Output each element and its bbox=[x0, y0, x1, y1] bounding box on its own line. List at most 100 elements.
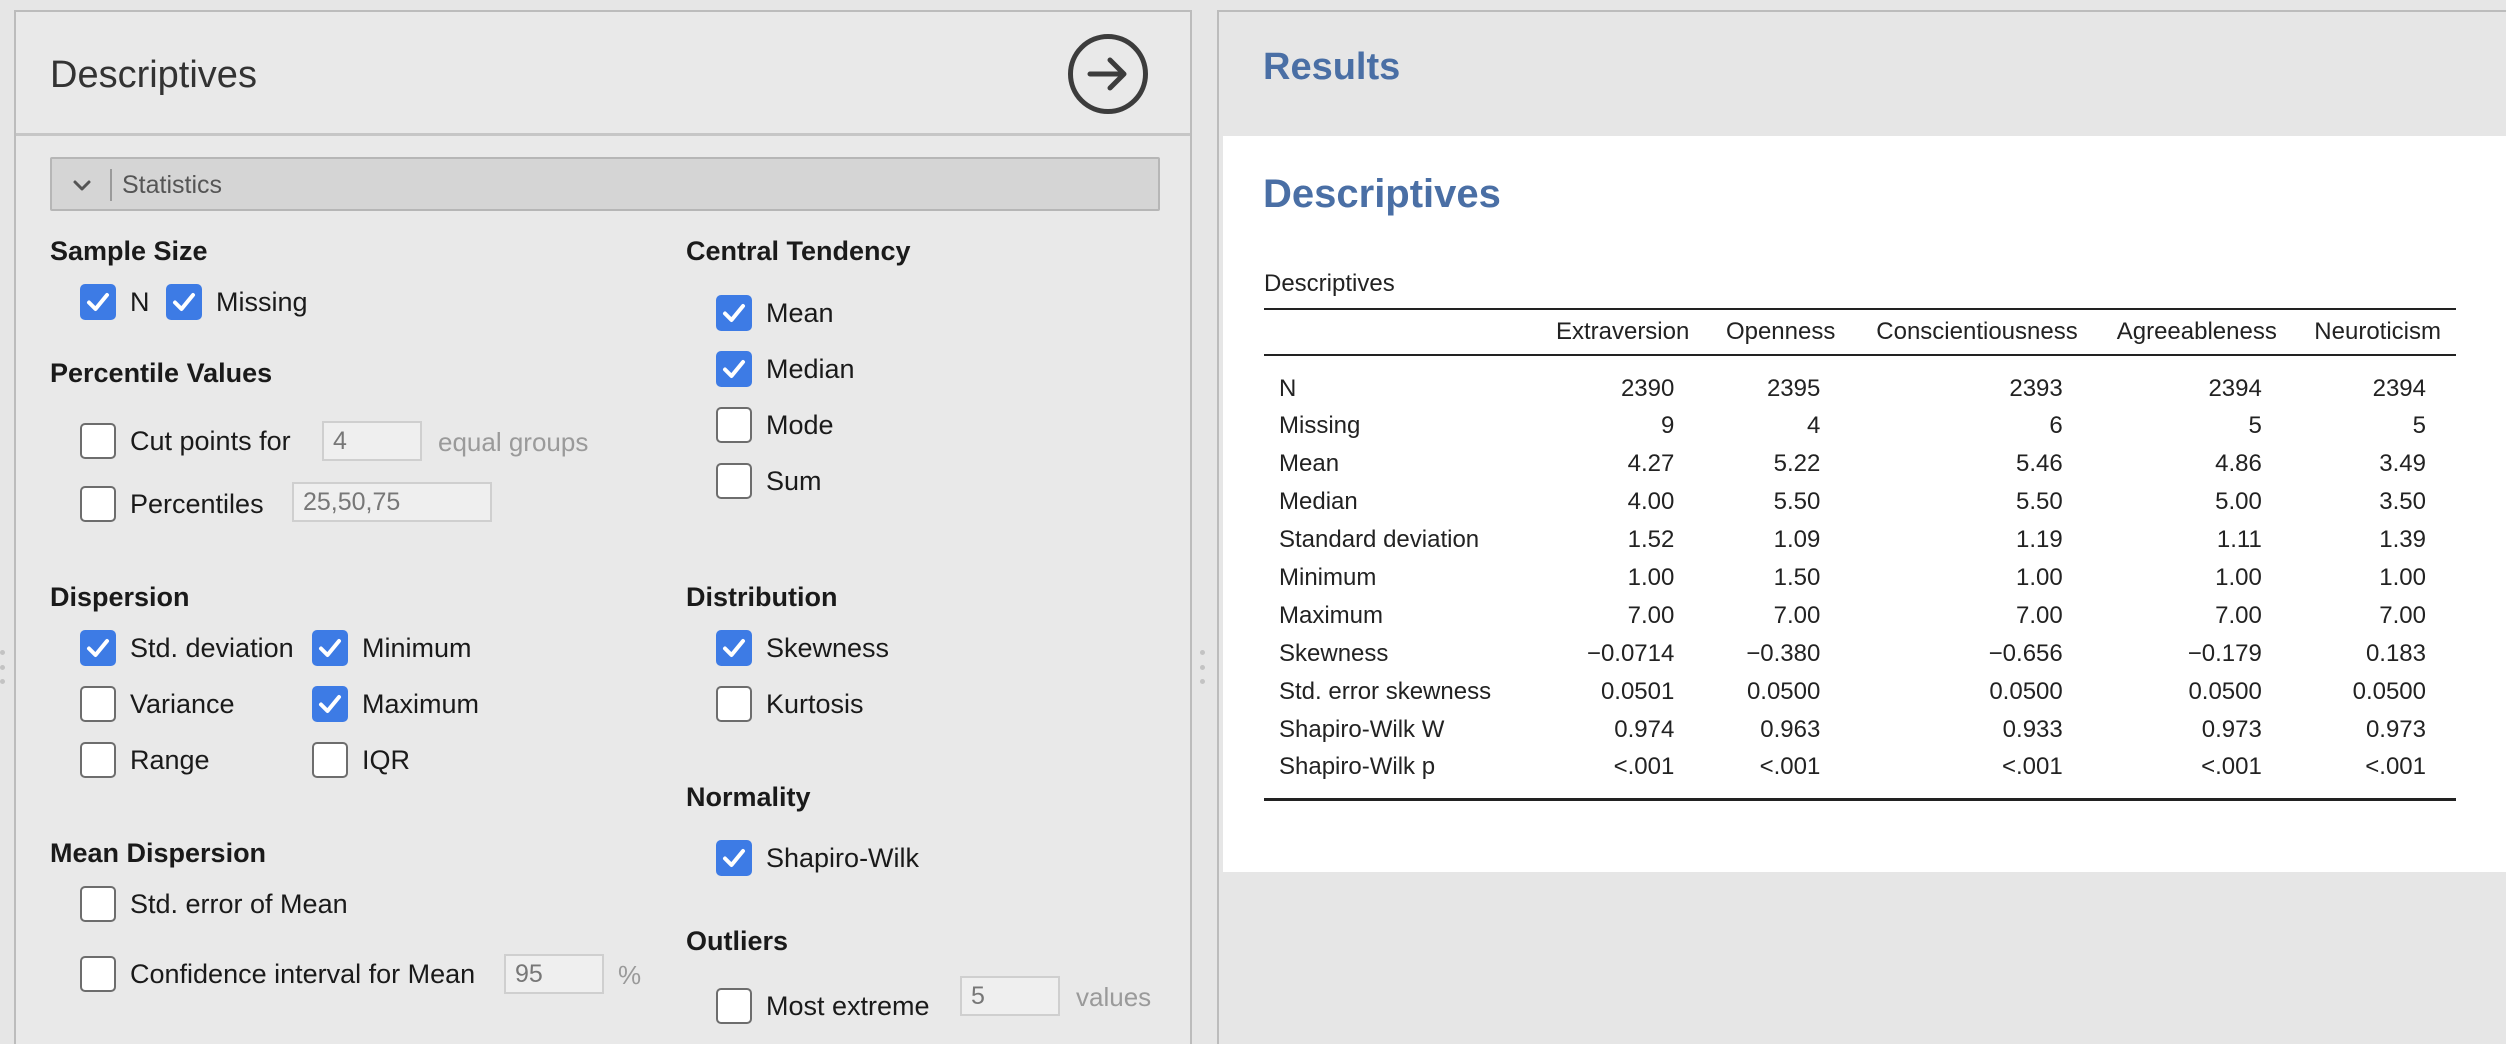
checkmark-icon bbox=[87, 293, 109, 311]
checkbox[interactable] bbox=[80, 742, 116, 778]
checkbox[interactable] bbox=[80, 486, 116, 522]
table-cell: −0.0714 bbox=[1586, 640, 1675, 667]
checkmark-icon bbox=[723, 639, 745, 657]
checkbox[interactable] bbox=[80, 956, 116, 992]
table-title: Descriptives bbox=[1264, 270, 1395, 297]
option-label: Std. error of Mean bbox=[130, 888, 348, 919]
checkbox[interactable] bbox=[716, 295, 752, 331]
column-header: Openness bbox=[1725, 318, 1836, 345]
table-cell: −0.656 bbox=[1988, 640, 2063, 667]
table-row: Shapiro-Wilk p <.001 <.001 <.001 <.001 <.001 bbox=[1264, 749, 2456, 799]
group-mean-dispersion: Mean Dispersion bbox=[50, 838, 267, 868]
table-cell: 1.52 bbox=[1627, 526, 1675, 553]
results-content: Descriptives Descriptives Extraversion Op… bbox=[1223, 136, 2506, 872]
table-cell: 0.973 bbox=[2365, 716, 2426, 743]
cut-points-input[interactable] bbox=[322, 421, 422, 461]
statistics-section-toggle[interactable]: Statistics bbox=[50, 157, 1160, 211]
table-cell: 9 bbox=[1660, 412, 1675, 439]
table-cell: <.001 bbox=[2365, 753, 2426, 781]
checkbox[interactable] bbox=[80, 630, 116, 666]
option-missing[interactable]: Missing bbox=[166, 284, 308, 320]
cut-points-suffix: equal groups bbox=[438, 427, 589, 457]
option-label: Most extreme bbox=[766, 990, 930, 1021]
checkbox[interactable] bbox=[716, 463, 752, 499]
option-kurtosis[interactable]: Kurtosis bbox=[716, 686, 864, 722]
most-extreme-input[interactable] bbox=[960, 976, 1060, 1016]
run-analysis-button[interactable] bbox=[1068, 34, 1148, 114]
checkbox[interactable] bbox=[312, 742, 348, 778]
option-shapiro-wilk[interactable]: Shapiro-Wilk bbox=[716, 840, 919, 876]
option-label: Kurtosis bbox=[766, 688, 864, 719]
splitter-handle[interactable] bbox=[1200, 650, 1206, 684]
option-range[interactable]: Range bbox=[80, 742, 210, 778]
option-label: Std. deviation bbox=[130, 632, 294, 663]
checkbox[interactable] bbox=[80, 423, 116, 459]
checkbox[interactable] bbox=[716, 351, 752, 387]
checkbox[interactable] bbox=[166, 284, 202, 320]
analysis-title[interactable]: Descriptives bbox=[1263, 172, 1501, 217]
chevron-down-icon bbox=[73, 180, 91, 191]
table-row: Shapiro-Wilk W 0.974 0.963 0.933 0.973 0.973 bbox=[1264, 711, 2456, 749]
option-ci-mean[interactable]: Confidence interval for Mean bbox=[80, 956, 475, 992]
option-most-extreme[interactable]: Most extreme bbox=[716, 988, 930, 1024]
section-separator bbox=[110, 169, 112, 201]
table-cell: 6 bbox=[2049, 412, 2063, 439]
table-cell: 4.27 bbox=[1627, 450, 1675, 477]
row-label: Shapiro-Wilk p bbox=[1279, 753, 1436, 781]
option-maximum[interactable]: Maximum bbox=[312, 686, 479, 722]
checkbox[interactable] bbox=[312, 630, 348, 666]
table-cell: 5.46 bbox=[2016, 450, 2063, 477]
checkbox[interactable] bbox=[716, 407, 752, 443]
option-variance[interactable]: Variance bbox=[80, 686, 235, 722]
table-cell: 1.19 bbox=[2016, 526, 2063, 553]
row-label: Mean bbox=[1279, 450, 1340, 477]
checkbox[interactable] bbox=[716, 686, 752, 722]
checkbox[interactable] bbox=[80, 284, 116, 320]
table-cell: 3.50 bbox=[2379, 488, 2426, 515]
table-cell: <.001 bbox=[1613, 753, 1675, 781]
percentiles-input[interactable] bbox=[292, 482, 492, 522]
table-cell: 0.933 bbox=[2002, 716, 2063, 743]
table-cell: 1.11 bbox=[2216, 526, 2262, 553]
checkbox[interactable] bbox=[716, 988, 752, 1024]
option-label: Sum bbox=[766, 465, 822, 496]
table-row: Missing 9 4 6 5 5 bbox=[1264, 407, 2456, 445]
table-cell: 5.50 bbox=[2016, 488, 2063, 515]
checkbox[interactable] bbox=[80, 886, 116, 922]
table-cell: 1.00 bbox=[2215, 564, 2262, 591]
option-se-mean[interactable]: Std. error of Mean bbox=[80, 886, 348, 922]
table-cell: 5 bbox=[2412, 412, 2426, 439]
option-iqr[interactable]: IQR bbox=[312, 742, 410, 778]
table-cell: 0.0500 bbox=[1746, 678, 1821, 705]
table-cell: 7.00 bbox=[2379, 602, 2426, 629]
row-label: Std. error skewness bbox=[1279, 678, 1492, 705]
checkbox[interactable] bbox=[80, 686, 116, 722]
table-cell: 4.00 bbox=[1627, 488, 1675, 515]
checkbox[interactable] bbox=[312, 686, 348, 722]
table-cell: 1.00 bbox=[2016, 564, 2063, 591]
table-cell: 2394 bbox=[2372, 374, 2426, 402]
table-cell: 1.00 bbox=[2379, 564, 2426, 591]
checkbox[interactable] bbox=[716, 630, 752, 666]
ci-mean-input[interactable] bbox=[504, 954, 604, 994]
arrow-right-circle-icon bbox=[1087, 57, 1127, 91]
option-label: N bbox=[130, 286, 150, 317]
option-median[interactable]: Median bbox=[716, 351, 855, 387]
option-mean[interactable]: Mean bbox=[716, 295, 834, 331]
option-label: Cut points for bbox=[130, 425, 291, 456]
option-n[interactable]: N bbox=[80, 284, 150, 320]
table-cell: 1.39 bbox=[2379, 526, 2426, 553]
option-sum[interactable]: Sum bbox=[716, 463, 822, 499]
option-percentiles[interactable]: Percentiles bbox=[80, 486, 264, 522]
checkbox[interactable] bbox=[716, 840, 752, 876]
table-cell: 5 bbox=[2248, 412, 2262, 439]
option-std-deviation[interactable]: Std. deviation bbox=[80, 630, 294, 666]
option-skewness[interactable]: Skewness bbox=[716, 630, 889, 666]
left-resize-handle[interactable] bbox=[0, 650, 6, 684]
option-label: Confidence interval for Mean bbox=[130, 958, 476, 989]
option-cut-points[interactable]: Cut points for bbox=[80, 423, 291, 459]
option-mode[interactable]: Mode bbox=[716, 407, 834, 443]
option-label: Variance bbox=[130, 688, 235, 719]
column-header: Neuroticism bbox=[2314, 318, 2441, 345]
option-minimum[interactable]: Minimum bbox=[312, 630, 472, 666]
